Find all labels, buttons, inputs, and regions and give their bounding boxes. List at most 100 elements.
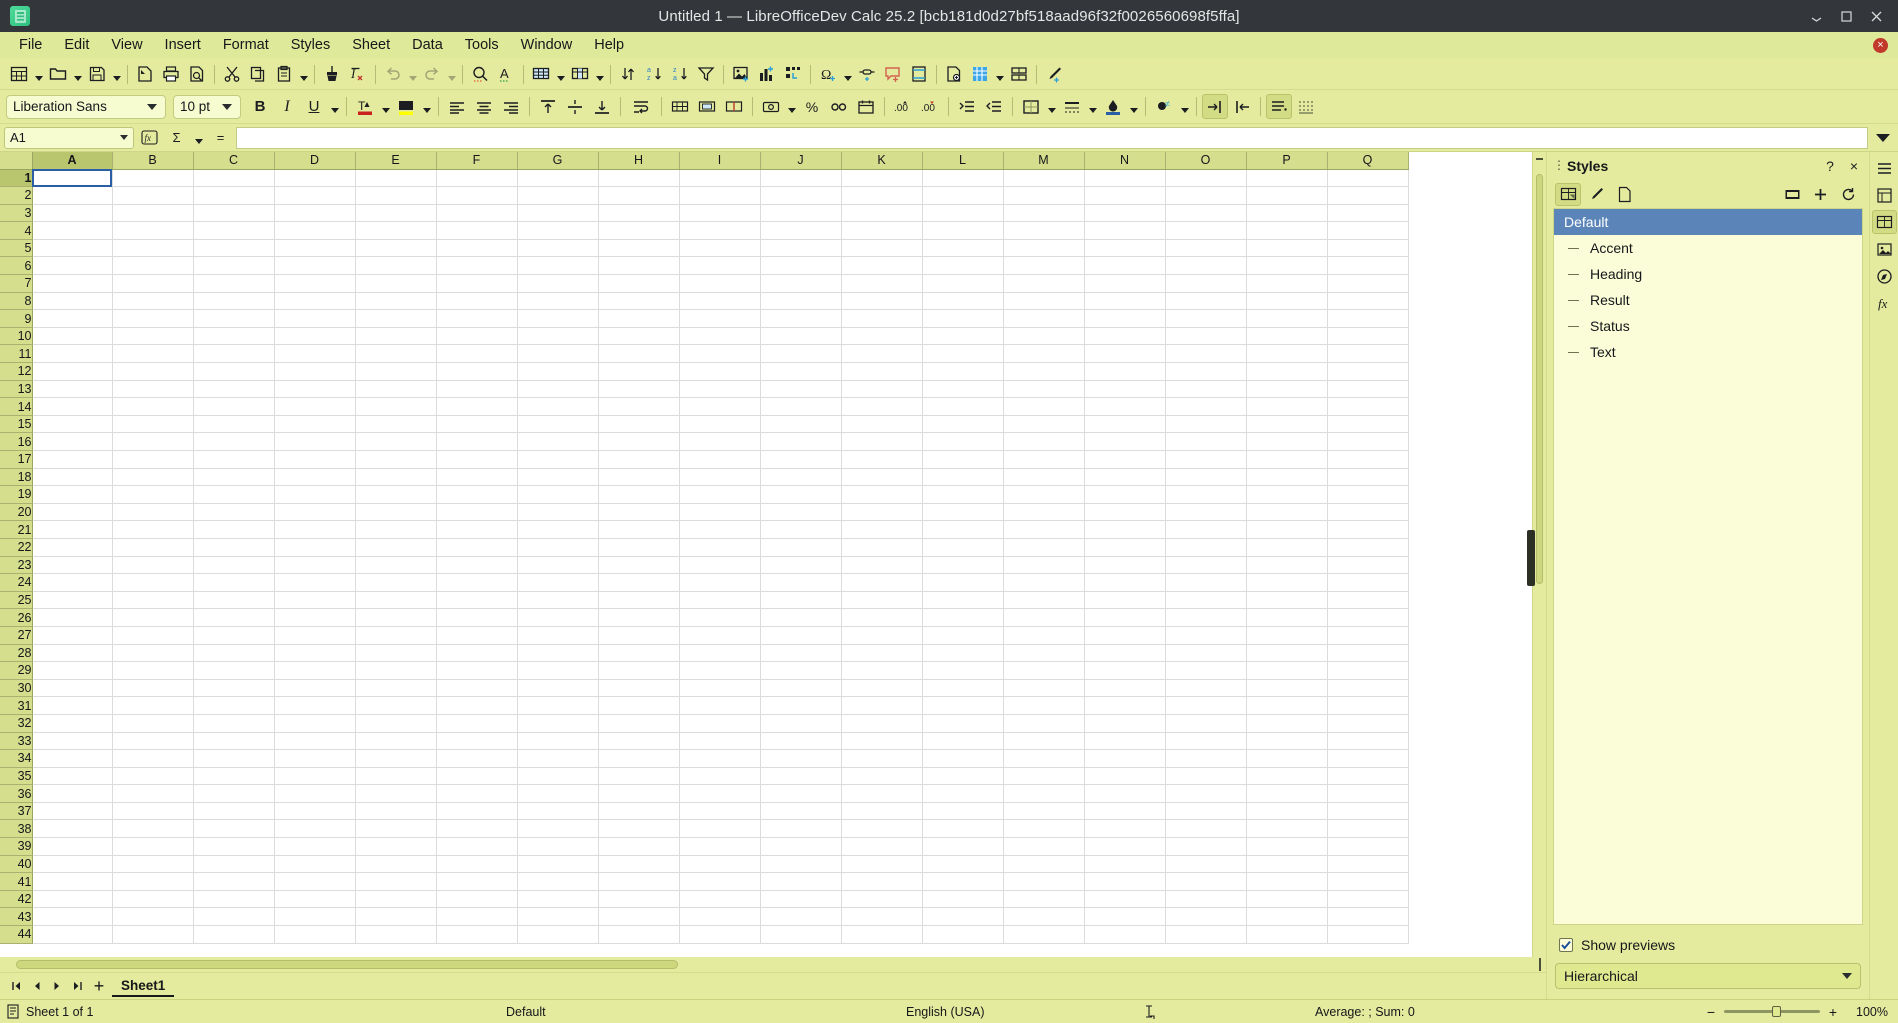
cell-N40[interactable] bbox=[1084, 855, 1166, 874]
cell-F23[interactable] bbox=[436, 556, 518, 575]
cell-F24[interactable] bbox=[436, 573, 518, 592]
cell-N30[interactable] bbox=[1084, 679, 1166, 698]
borders-dropdown[interactable] bbox=[1045, 94, 1058, 119]
cell-C5[interactable] bbox=[193, 239, 275, 258]
cell-O37[interactable] bbox=[1165, 802, 1247, 821]
cell-C29[interactable] bbox=[193, 661, 275, 680]
cell-G25[interactable] bbox=[517, 591, 599, 610]
cell-I23[interactable] bbox=[679, 556, 761, 575]
cell-Q18[interactable] bbox=[1327, 468, 1409, 487]
cell-Q22[interactable] bbox=[1327, 538, 1409, 557]
column-header-M[interactable]: M bbox=[1003, 152, 1085, 170]
column-header-C[interactable]: C bbox=[193, 152, 275, 170]
cell-G30[interactable] bbox=[517, 679, 599, 698]
cell-N43[interactable] bbox=[1084, 907, 1166, 927]
pdf-export-icon[interactable] bbox=[132, 62, 158, 87]
redo-dropdown[interactable] bbox=[445, 62, 458, 87]
cell-L9[interactable] bbox=[922, 309, 1004, 328]
cell-K31[interactable] bbox=[841, 696, 923, 715]
cell-N31[interactable] bbox=[1084, 696, 1166, 715]
bar-chart-icon[interactable] bbox=[754, 62, 780, 87]
cell-D16[interactable] bbox=[274, 432, 356, 451]
cell-A19[interactable] bbox=[32, 485, 113, 504]
cell-B23[interactable] bbox=[112, 556, 194, 575]
cell-B15[interactable] bbox=[112, 415, 194, 434]
cell-F41[interactable] bbox=[436, 872, 518, 891]
cell-E12[interactable] bbox=[355, 362, 437, 381]
save-floppy-icon[interactable] bbox=[84, 62, 110, 87]
cell-A23[interactable] bbox=[32, 556, 113, 575]
cell-O7[interactable] bbox=[1165, 274, 1247, 293]
cell-P34[interactable] bbox=[1246, 749, 1328, 768]
cell-K38[interactable] bbox=[841, 819, 923, 839]
cell-B17[interactable] bbox=[112, 450, 194, 469]
cell-M21[interactable] bbox=[1003, 520, 1085, 539]
first-sheet-icon[interactable] bbox=[8, 976, 26, 996]
cell-N8[interactable] bbox=[1084, 292, 1166, 311]
cell-I3[interactable] bbox=[679, 204, 761, 223]
number-format-icon[interactable] bbox=[826, 94, 852, 119]
underline-icon[interactable]: U bbox=[301, 94, 327, 119]
cell-F31[interactable] bbox=[436, 696, 518, 715]
cell-B20[interactable] bbox=[112, 503, 194, 522]
cell-C33[interactable] bbox=[193, 732, 275, 751]
cell-K23[interactable] bbox=[841, 556, 923, 575]
cell-B37[interactable] bbox=[112, 802, 194, 821]
cell-A42[interactable] bbox=[32, 890, 113, 909]
cell-H19[interactable] bbox=[598, 485, 680, 504]
cell-B29[interactable] bbox=[112, 661, 194, 680]
row-header-17[interactable]: 17 bbox=[0, 450, 33, 469]
cell-F30[interactable] bbox=[436, 679, 518, 698]
cell-J21[interactable] bbox=[760, 520, 842, 539]
cell-A7[interactable] bbox=[32, 274, 113, 293]
cell-F9[interactable] bbox=[436, 309, 518, 328]
cell-A15[interactable] bbox=[32, 415, 113, 434]
horizontal-scrollbar[interactable] bbox=[10, 958, 1528, 971]
cell-E21[interactable] bbox=[355, 520, 437, 539]
cell-H33[interactable] bbox=[598, 732, 680, 751]
cell-M44[interactable] bbox=[1003, 925, 1085, 944]
cell-B43[interactable] bbox=[112, 907, 194, 927]
cell-C11[interactable] bbox=[193, 344, 275, 364]
cell-K27[interactable] bbox=[841, 626, 923, 645]
cell-K30[interactable] bbox=[841, 679, 923, 698]
cell-P38[interactable] bbox=[1246, 819, 1328, 839]
row-header-1[interactable]: 1 bbox=[0, 169, 33, 188]
cell-K18[interactable] bbox=[841, 468, 923, 487]
cell-E7[interactable] bbox=[355, 274, 437, 293]
cell-F21[interactable] bbox=[436, 520, 518, 539]
row-header-30[interactable]: 30 bbox=[0, 679, 33, 698]
cell-E29[interactable] bbox=[355, 661, 437, 680]
minimize-icon[interactable] bbox=[1808, 8, 1824, 24]
cell-D42[interactable] bbox=[274, 890, 356, 909]
cell-E28[interactable] bbox=[355, 644, 437, 663]
cell-F15[interactable] bbox=[436, 415, 518, 434]
cell-F39[interactable] bbox=[436, 837, 518, 856]
cell-K25[interactable] bbox=[841, 591, 923, 610]
cell-A36[interactable] bbox=[32, 784, 113, 803]
cell-G42[interactable] bbox=[517, 890, 599, 909]
cell-H3[interactable] bbox=[598, 204, 680, 223]
cell-H1[interactable] bbox=[598, 169, 680, 188]
cell-C2[interactable] bbox=[193, 186, 275, 205]
styles-list[interactable]: Default Accent Heading Result Status Text bbox=[1553, 208, 1863, 925]
cell-O39[interactable] bbox=[1165, 837, 1247, 856]
cell-Q41[interactable] bbox=[1327, 872, 1409, 891]
cell-E24[interactable] bbox=[355, 573, 437, 592]
cell-K43[interactable] bbox=[841, 907, 923, 927]
cell-B11[interactable] bbox=[112, 344, 194, 364]
cell-E9[interactable] bbox=[355, 309, 437, 328]
cell-D19[interactable] bbox=[274, 485, 356, 504]
cell-A31[interactable] bbox=[32, 696, 113, 715]
cell-O5[interactable] bbox=[1165, 239, 1247, 258]
cell-G33[interactable] bbox=[517, 732, 599, 751]
row-header-9[interactable]: 9 bbox=[0, 309, 33, 328]
column-header-J[interactable]: J bbox=[760, 152, 842, 170]
styles-panel-icon[interactable] bbox=[1871, 210, 1897, 234]
cell-E17[interactable] bbox=[355, 450, 437, 469]
function-wizard-icon[interactable]: fx bbox=[138, 127, 161, 149]
cell-G35[interactable] bbox=[517, 767, 599, 786]
save-dropdown[interactable] bbox=[110, 62, 123, 87]
menu-format[interactable]: Format bbox=[212, 35, 280, 56]
cell-H40[interactable] bbox=[598, 855, 680, 874]
